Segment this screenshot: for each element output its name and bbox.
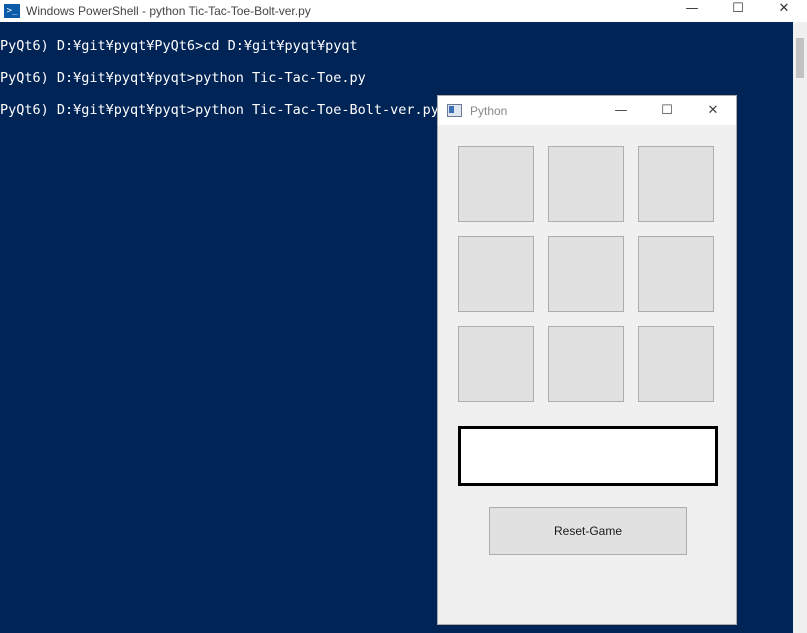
board-cell[interactable] <box>638 326 714 402</box>
board-cell[interactable] <box>458 236 534 312</box>
minimize-button[interactable]: — <box>598 96 644 125</box>
close-button[interactable]: ✕ <box>690 96 736 125</box>
board-cell[interactable] <box>548 146 624 222</box>
powershell-icon: >_ <box>4 4 20 18</box>
python-window-controls: — ☐ ✕ <box>598 96 736 125</box>
board-cell[interactable] <box>458 146 534 222</box>
board-cell[interactable] <box>458 326 534 402</box>
console-line: PyQt6) D:¥git¥pyqt¥pyqt>python Tic-Tac-T… <box>0 70 366 86</box>
python-window-title: Python <box>470 103 508 118</box>
maximize-button[interactable]: ☐ <box>715 0 761 16</box>
powershell-window-controls: — ☐ ✕ <box>669 0 807 22</box>
powershell-titlebar: >_ Windows PowerShell - python Tic-Tac-T… <box>0 0 807 22</box>
tic-tac-toe-board <box>458 146 718 406</box>
console-scrollbar[interactable] <box>793 22 807 633</box>
close-button[interactable]: ✕ <box>761 0 807 16</box>
board-cell[interactable] <box>548 326 624 402</box>
board-cell[interactable] <box>638 236 714 312</box>
python-titlebar: Python — ☐ ✕ <box>438 96 736 125</box>
scrollbar-thumb[interactable] <box>796 38 804 78</box>
reset-game-button[interactable]: Reset-Game <box>489 507 687 555</box>
powershell-window-title: Windows PowerShell - python Tic-Tac-Toe-… <box>26 4 311 18</box>
console-line: PyQt6) D:¥git¥pyqt¥PyQt6>cd D:¥git¥pyqt¥… <box>0 38 358 54</box>
python-app-icon <box>447 104 462 117</box>
status-display <box>458 426 718 486</box>
maximize-button[interactable]: ☐ <box>644 96 690 125</box>
board-cell[interactable] <box>548 236 624 312</box>
python-window: Python — ☐ ✕ Reset-Game <box>437 95 737 625</box>
minimize-button[interactable]: — <box>669 0 715 16</box>
board-cell[interactable] <box>638 146 714 222</box>
